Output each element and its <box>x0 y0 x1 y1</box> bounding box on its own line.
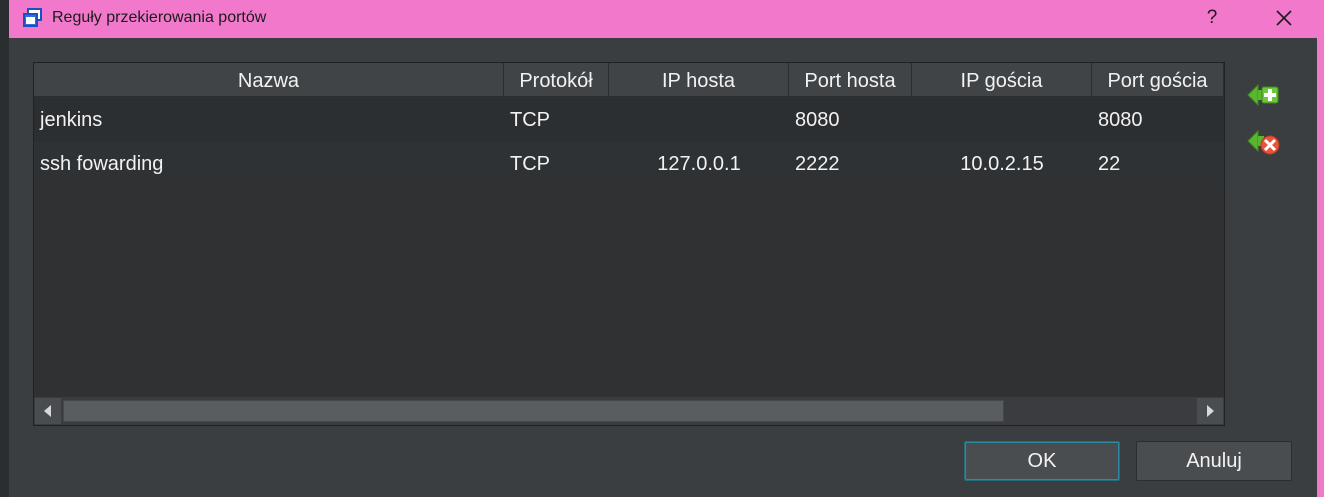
cancel-button[interactable]: Anuluj <box>1136 441 1292 481</box>
port-forwarding-dialog: Reguły przekierowania portów ? Nazwa Pro… <box>9 0 1317 497</box>
remove-rule-button[interactable] <box>1245 123 1281 159</box>
scroll-right-button[interactable] <box>1197 398 1223 424</box>
cell-name[interactable]: jenkins <box>34 98 504 142</box>
rules-table[interactable]: Nazwa Protokół IP hosta Port hosta IP go… <box>33 62 1225 426</box>
add-rule-button[interactable] <box>1245 77 1281 113</box>
cell-guest-port[interactable]: 22 <box>1092 142 1224 186</box>
column-header-guest-port[interactable]: Port gościa <box>1092 63 1224 97</box>
column-header-guest-ip[interactable]: IP gościa <box>912 63 1092 97</box>
cell-host-port[interactable]: 2222 <box>789 142 912 186</box>
horizontal-scrollbar[interactable] <box>34 397 1224 425</box>
add-rule-icon <box>1247 83 1279 107</box>
arrow-right-icon <box>1207 405 1214 417</box>
column-header-protocol[interactable]: Protokół <box>504 63 609 97</box>
cell-guest-port[interactable]: 8080 <box>1092 98 1224 142</box>
column-header-host-ip[interactable]: IP hosta <box>609 63 789 97</box>
arrow-left-icon <box>44 405 51 417</box>
cell-host-port[interactable]: 8080 <box>789 98 912 142</box>
close-icon <box>1276 10 1292 26</box>
table-header: Nazwa Protokół IP hosta Port hosta IP go… <box>34 63 1224 98</box>
dialog-title: Reguły przekierowania portów <box>52 9 267 26</box>
scrollbar-thumb[interactable] <box>63 400 1004 422</box>
column-header-name[interactable]: Nazwa <box>34 63 504 97</box>
cell-protocol[interactable]: TCP <box>504 142 609 186</box>
table-row[interactable]: jenkins TCP 8080 8080 <box>34 98 1224 142</box>
background-window-edge <box>0 0 9 497</box>
cell-name[interactable]: ssh fowarding <box>34 142 504 186</box>
cell-host-ip[interactable] <box>609 98 789 142</box>
window-app-icon <box>22 7 44 29</box>
title-bar[interactable]: Reguły przekierowania portów ? <box>9 0 1317 38</box>
cell-guest-ip[interactable] <box>912 98 1092 142</box>
ok-button[interactable]: OK <box>964 441 1120 481</box>
remove-rule-icon <box>1247 129 1280 155</box>
column-header-host-port[interactable]: Port hosta <box>789 63 912 97</box>
cell-guest-ip[interactable]: 10.0.2.15 <box>912 142 1092 186</box>
scroll-left-button[interactable] <box>35 398 61 424</box>
cell-protocol[interactable]: TCP <box>504 98 609 142</box>
close-button[interactable] <box>1262 3 1306 33</box>
window-border-right <box>1317 0 1324 497</box>
help-button[interactable]: ? <box>1194 3 1230 33</box>
table-row[interactable]: ssh fowarding TCP 127.0.0.1 2222 10.0.2.… <box>34 142 1224 186</box>
cell-host-ip[interactable]: 127.0.0.1 <box>609 142 789 186</box>
